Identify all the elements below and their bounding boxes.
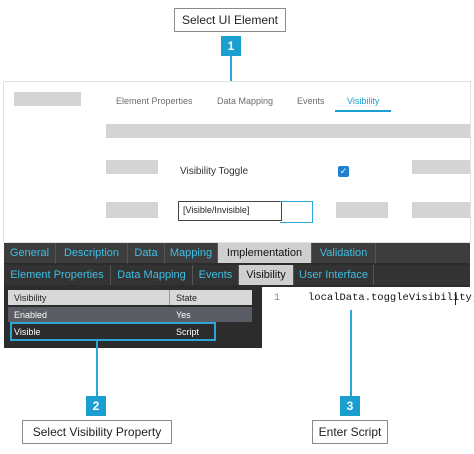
main-tab-row: General Description Data Mapping Impleme… (4, 243, 470, 263)
callout-2-connector (96, 340, 98, 396)
active-tab-indicator (335, 110, 391, 112)
callout-select-ui-element: Select UI Element (174, 8, 286, 32)
script-code: localData.toggleVisibility; (308, 292, 474, 304)
callout-label: Enter Script (318, 425, 382, 439)
tab-mapping[interactable]: Mapping (165, 243, 218, 263)
tab-validation[interactable]: Validation (312, 243, 376, 263)
element-selection-highlight (280, 201, 313, 223)
placeholder-bar (106, 202, 158, 218)
property-state: Yes (176, 309, 191, 320)
placeholder-bar (412, 202, 470, 218)
script-editor[interactable]: 1 localData.toggleVisibility; (262, 287, 474, 348)
step-3-badge: 3 (340, 396, 360, 416)
tab-implementation[interactable]: Implementation (218, 243, 312, 263)
tab-visibility[interactable]: Visibility (347, 96, 379, 106)
tab-element-properties[interactable]: Element Properties (116, 96, 193, 106)
tab-description[interactable]: Description (56, 243, 128, 263)
visibility-toggle-label: Visibility Toggle (180, 166, 249, 177)
callout-label: Select Visibility Property (32, 425, 162, 439)
form-designer-panel: Element Properties Data Mapping Events V… (4, 82, 470, 242)
implementation-panel: General Description Data Mapping Impleme… (4, 243, 474, 348)
table-header: Visibility State (8, 290, 252, 305)
table-row[interactable]: Enabled Yes (8, 307, 252, 322)
tab-data[interactable]: Data (128, 243, 165, 263)
step-2-badge: 2 (86, 396, 106, 416)
subtab-user-interface[interactable]: User Interface (294, 265, 374, 285)
callout-enter-script: Enter Script (312, 420, 388, 444)
column-header-visibility: Visibility (8, 290, 170, 305)
visibility-toggle-checkbox[interactable]: ✓ (338, 166, 349, 177)
placeholder-bar (14, 92, 81, 106)
subtab-data-mapping[interactable]: Data Mapping (111, 265, 193, 285)
text-cursor (455, 292, 456, 305)
visibility-value-element[interactable]: [Visible/Invisible] (178, 201, 282, 221)
placeholder-bar (412, 160, 470, 174)
line-number: 1 (274, 293, 281, 304)
subtab-events[interactable]: Events (193, 265, 239, 285)
placeholder-bar (336, 202, 388, 218)
step-1-badge: 1 (221, 36, 241, 56)
tab-general[interactable]: General (4, 243, 56, 263)
column-header-state: State (176, 292, 198, 303)
row-selection-highlight (10, 322, 216, 341)
tab-events[interactable]: Events (297, 96, 325, 106)
sub-tab-row: Element Properties Data Mapping Events V… (4, 265, 470, 285)
subtab-element-properties[interactable]: Element Properties (4, 265, 111, 285)
tab-data-mapping[interactable]: Data Mapping (217, 96, 273, 106)
placeholder-bar (106, 160, 158, 174)
visibility-value-text: [Visible/Invisible] (183, 205, 250, 215)
callout-select-visibility-property: Select Visibility Property (22, 420, 172, 444)
subtab-visibility[interactable]: Visibility (239, 265, 294, 285)
header-bar (106, 124, 470, 138)
callout-3-connector (350, 310, 352, 396)
callout-label: Select UI Element (181, 13, 279, 27)
property-name: Enabled (14, 309, 48, 320)
